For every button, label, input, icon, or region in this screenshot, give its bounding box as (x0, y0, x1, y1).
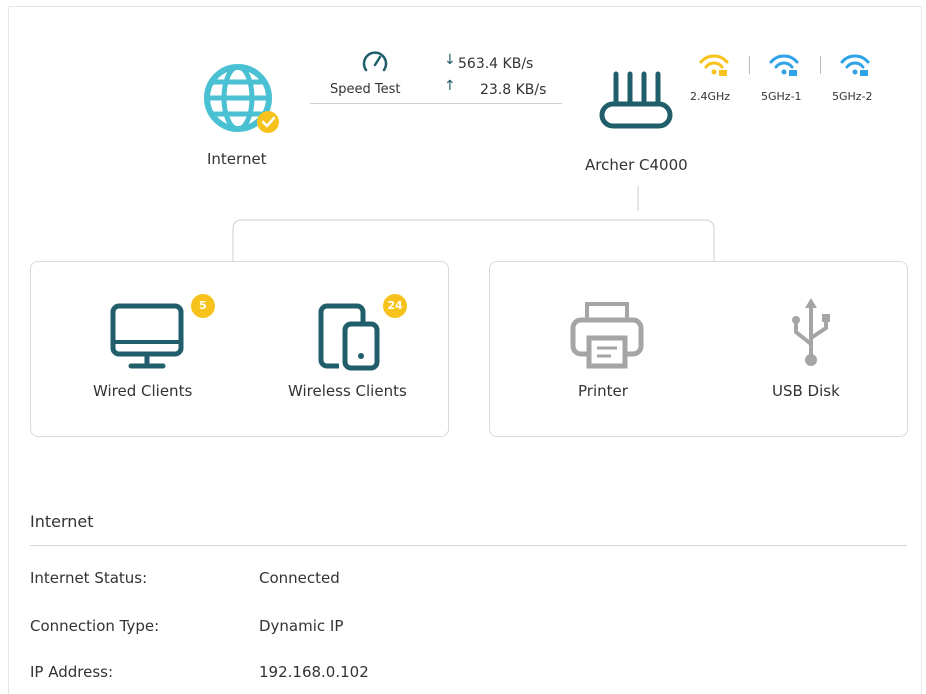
usb-disk-label: USB Disk (772, 382, 840, 400)
usb-icon (792, 298, 830, 366)
info-value: Dynamic IP (259, 617, 344, 635)
wireless-clients-label: Wireless Clients (288, 382, 407, 400)
info-label: IP Address: (30, 663, 114, 681)
monitor-icon (110, 303, 184, 369)
wireless-clients[interactable]: 24 Wireless Clients (281, 292, 431, 412)
topology-connectors (232, 186, 715, 261)
printer-label: Printer (578, 382, 628, 400)
wired-clients-label: Wired Clients (93, 382, 193, 400)
wireless-count-badge: 24 (383, 294, 407, 318)
tablet-phone-icon (318, 303, 380, 371)
info-value: 192.168.0.102 (259, 663, 369, 681)
usb-disk[interactable]: USB Disk (755, 292, 865, 412)
wired-count-badge: 5 (191, 294, 215, 318)
info-label: Internet Status: (30, 569, 148, 587)
printer-icon (570, 302, 644, 369)
internet-section-title: Internet (30, 512, 94, 531)
printer[interactable]: Printer (550, 292, 660, 412)
wired-clients[interactable]: 5 Wired Clients (81, 292, 215, 412)
info-label: Connection Type: (30, 617, 160, 635)
section-divider (30, 545, 907, 546)
devices-card: Printer USB Disk (489, 261, 908, 437)
info-value: Connected (259, 569, 340, 587)
clients-card: 5 Wired Clients 24 Wireless Clients (30, 261, 449, 437)
